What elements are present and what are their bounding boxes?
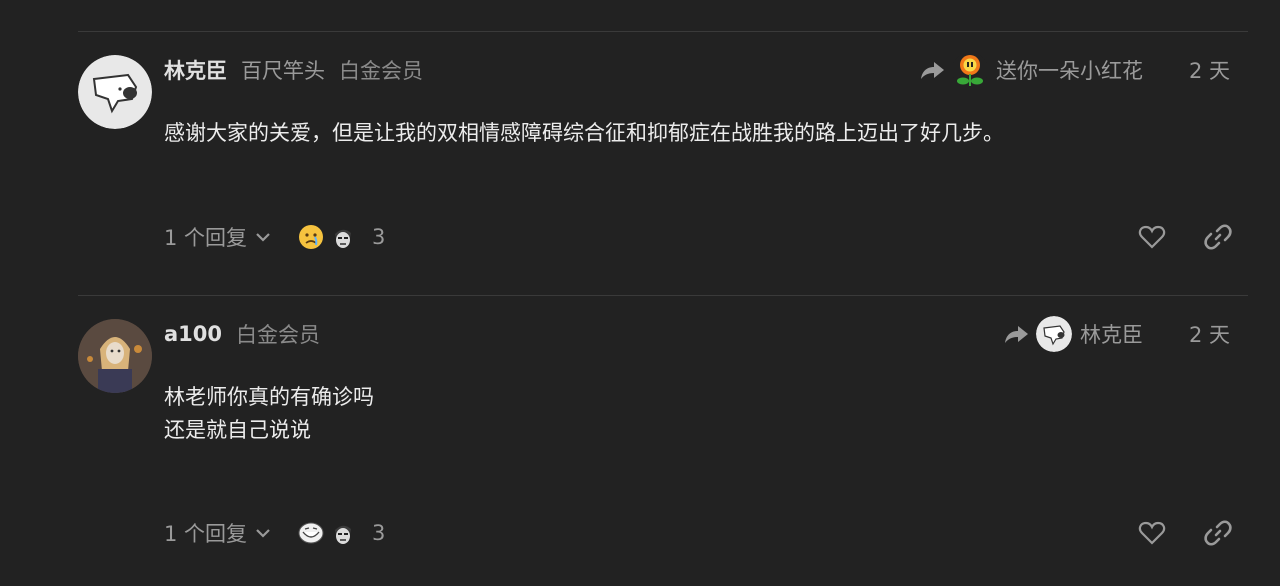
post-divider bbox=[78, 295, 1248, 296]
replies-label: 1 个回复 bbox=[164, 522, 248, 546]
replies-label: 1 个回复 bbox=[164, 226, 248, 250]
post-content: 林老师你真的有确诊吗 还是就自己说说 bbox=[164, 381, 374, 447]
share-arrow-icon bbox=[1004, 326, 1028, 343]
user-flair: 白金会员 bbox=[339, 59, 423, 83]
username[interactable]: a100 bbox=[164, 322, 222, 346]
heart-icon[interactable] bbox=[1138, 519, 1166, 547]
reply-to-link[interactable]: 林克臣 bbox=[1004, 316, 1143, 352]
chevron-down-icon bbox=[256, 529, 270, 538]
user-avatar[interactable] bbox=[78, 319, 152, 393]
link-icon[interactable] bbox=[1204, 223, 1232, 251]
reaction-count: 3 bbox=[372, 225, 386, 249]
reactions[interactable]: 3 bbox=[298, 217, 385, 257]
show-replies-button[interactable]: 1 个回复 bbox=[164, 217, 271, 257]
link-icon[interactable] bbox=[1204, 519, 1232, 547]
post-content: 感谢大家的关爱，但是让我的双相情感障碍综合征和抑郁症在战胜我的路上迈出了好几步。 bbox=[164, 117, 1004, 150]
chevron-down-icon bbox=[256, 233, 270, 242]
trollface-emoji bbox=[298, 520, 324, 546]
post-date[interactable]: 2 天 bbox=[1189, 319, 1230, 349]
post-2: a100 白金会员 林克臣 2 天 林老师你真的有确诊吗 还是就自己说说 1 个… bbox=[0, 316, 1280, 559]
post-1: 林克臣 百尺竿头 白金会员 送你一朵小红花 2 天 感谢大家的关爱，但是让我的双… bbox=[0, 52, 1280, 265]
man-face-emoji bbox=[330, 224, 356, 250]
share-arrow-icon bbox=[920, 62, 944, 79]
man-face-emoji bbox=[330, 520, 356, 546]
content-line: 感谢大家的关爱，但是让我的双相情感障碍综合征和抑郁症在战胜我的路上迈出了好几步。 bbox=[164, 121, 1004, 145]
reply-to-label: 林克臣 bbox=[1079, 323, 1143, 347]
post-date[interactable]: 2 天 bbox=[1189, 55, 1230, 85]
content-line: 林老师你真的有确诊吗 bbox=[164, 385, 374, 409]
reply-to-label: 送你一朵小红花 bbox=[995, 59, 1143, 83]
fire-flower-icon bbox=[951, 52, 988, 88]
top-divider bbox=[78, 31, 1248, 32]
user-avatar[interactable] bbox=[78, 55, 152, 129]
user-avatar-icon bbox=[1035, 316, 1072, 352]
user-title: 百尺竿头 bbox=[241, 59, 325, 83]
reaction-count: 3 bbox=[372, 521, 386, 545]
heart-icon[interactable] bbox=[1138, 223, 1166, 251]
crying-face-emoji bbox=[298, 224, 324, 250]
show-replies-button[interactable]: 1 个回复 bbox=[164, 513, 271, 553]
username[interactable]: 林克臣 bbox=[164, 55, 227, 85]
user-flair: 白金会员 bbox=[236, 323, 321, 347]
content-line: 还是就自己说说 bbox=[164, 418, 311, 442]
reactions[interactable]: 3 bbox=[298, 513, 385, 553]
reply-to-link[interactable]: 送你一朵小红花 bbox=[920, 52, 1143, 88]
